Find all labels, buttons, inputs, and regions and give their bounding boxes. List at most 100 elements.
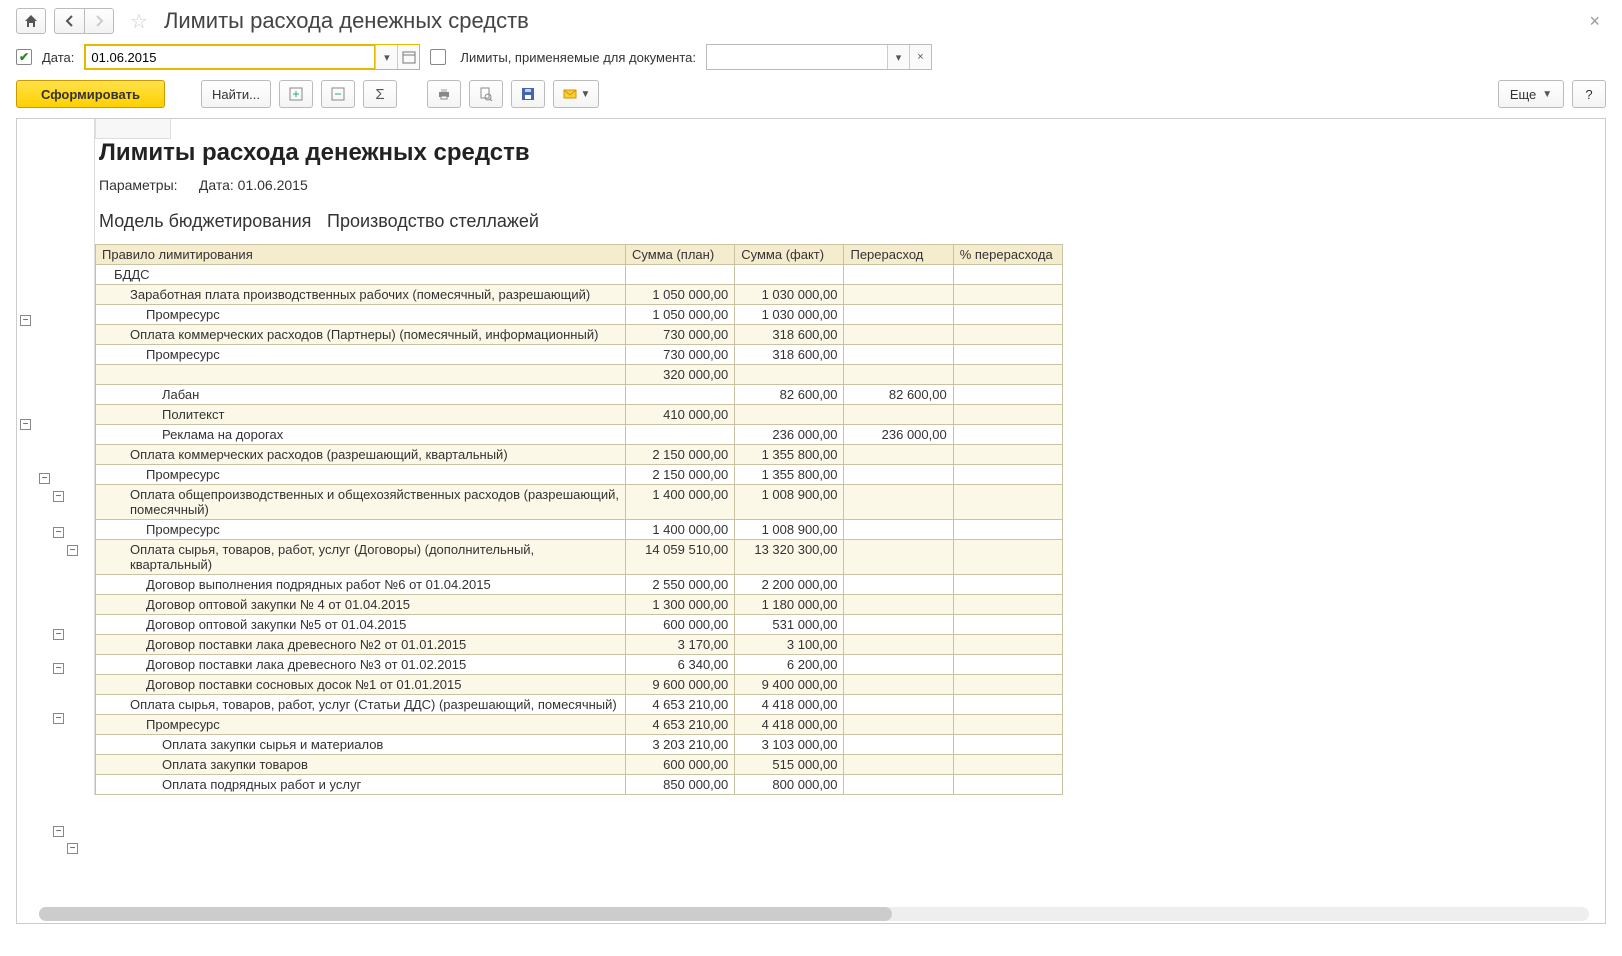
more-button[interactable]: Еще▼: [1498, 80, 1564, 108]
table-row[interactable]: Оплата подрядных работ и услуг850 000,00…: [96, 775, 1063, 795]
table-row[interactable]: Договор оптовой закупки № 4 от 01.04.201…: [96, 595, 1063, 615]
report-title: Лимиты расхода денежных средств: [95, 119, 1605, 173]
cell-plan: 14 059 510,00: [626, 540, 735, 575]
table-row[interactable]: Оплата общепроизводственных и общехозяйс…: [96, 485, 1063, 520]
cell-fact: 1 030 000,00: [735, 305, 844, 325]
table-row[interactable]: Промресурс730 000,00318 600,00: [96, 345, 1063, 365]
table-row[interactable]: БДДС: [96, 265, 1063, 285]
table-row[interactable]: Оплата сырья, товаров, работ, услуг (Ста…: [96, 695, 1063, 715]
collapse-icon-button[interactable]: [321, 80, 355, 108]
cell-pct: [953, 425, 1062, 445]
table-row[interactable]: Заработная плата производственных рабочи…: [96, 285, 1063, 305]
table-row[interactable]: Политекст410 000,00: [96, 405, 1063, 425]
calendar-icon: [401, 49, 417, 65]
tree-collapse-toggle[interactable]: −: [67, 545, 78, 556]
table-row[interactable]: Оплата коммерческих расходов (Партнеры) …: [96, 325, 1063, 345]
cell-over: [844, 365, 953, 385]
cell-plan: 1 050 000,00: [626, 285, 735, 305]
table-row[interactable]: Промресурс2 150 000,001 355 800,00: [96, 465, 1063, 485]
email-button[interactable]: ▼: [553, 80, 599, 108]
cell-over: [844, 325, 953, 345]
tree-collapse-toggle[interactable]: −: [53, 663, 64, 674]
cell-rule: Лабан: [96, 385, 626, 405]
tree-collapse-toggle[interactable]: −: [53, 629, 64, 640]
doc-dropdown-button[interactable]: ▾: [887, 45, 909, 69]
table-row[interactable]: Договор поставки лака древесного №3 от 0…: [96, 655, 1063, 675]
toolbar: Сформировать Найти... Σ ▼ Еще▼ ?: [0, 80, 1622, 118]
col-plan[interactable]: Сумма (план): [626, 245, 735, 265]
cell-plan: 2 150 000,00: [626, 465, 735, 485]
expand-icon-button[interactable]: [279, 80, 313, 108]
cell-pct: [953, 465, 1062, 485]
tree-collapse-toggle[interactable]: −: [53, 527, 64, 538]
table-row[interactable]: Договор поставки лака древесного №2 от 0…: [96, 635, 1063, 655]
forward-button[interactable]: [84, 8, 114, 34]
envelope-icon: [562, 86, 578, 102]
printer-icon: [436, 86, 452, 102]
tree-collapse-toggle[interactable]: −: [20, 315, 31, 326]
table-row[interactable]: Оплата закупки сырья и материалов3 203 2…: [96, 735, 1063, 755]
cell-plan: 3 203 210,00: [626, 735, 735, 755]
date-spinner-button[interactable]: ▾: [375, 45, 397, 69]
favorite-star-icon[interactable]: ☆: [130, 9, 148, 34]
tree-collapse-toggle[interactable]: −: [67, 843, 78, 854]
tree-collapse-toggle[interactable]: −: [53, 491, 64, 502]
date-calendar-button[interactable]: [397, 45, 419, 69]
help-button[interactable]: ?: [1572, 80, 1606, 108]
table-row[interactable]: Промресурс4 653 210,004 418 000,00: [96, 715, 1063, 735]
table-row[interactable]: Договор поставки сосновых досок №1 от 01…: [96, 675, 1063, 695]
cell-plan: 730 000,00: [626, 325, 735, 345]
close-button[interactable]: ×: [1583, 11, 1606, 32]
table-row[interactable]: 320 000,00: [96, 365, 1063, 385]
doc-clear-button[interactable]: ×: [909, 45, 931, 69]
collapse-icon: [330, 86, 346, 102]
cell-plan: 600 000,00: [626, 615, 735, 635]
cell-fact: [735, 405, 844, 425]
tree-collapse-toggle[interactable]: −: [53, 713, 64, 724]
table-row[interactable]: Договор оптовой закупки №5 от 01.04.2015…: [96, 615, 1063, 635]
date-enable-checkbox[interactable]: [16, 49, 32, 65]
doc-input[interactable]: [707, 45, 887, 69]
page-title: Лимиты расхода денежных средств: [164, 8, 529, 34]
save-button[interactable]: [511, 80, 545, 108]
table-row[interactable]: Договор выполнения подрядных работ №6 от…: [96, 575, 1063, 595]
preview-button[interactable]: [469, 80, 503, 108]
more-button-label: Еще: [1510, 87, 1536, 102]
table-row[interactable]: Оплата закупки товаров600 000,00515 000,…: [96, 755, 1063, 775]
tree-collapse-toggle[interactable]: −: [20, 419, 31, 430]
col-rule[interactable]: Правило лимитирования: [96, 245, 626, 265]
table-row[interactable]: Промресурс1 400 000,001 008 900,00: [96, 520, 1063, 540]
table-row[interactable]: Оплата коммерческих расходов (разрешающи…: [96, 445, 1063, 465]
cell-over: [844, 775, 953, 795]
table-row[interactable]: Реклама на дорогах236 000,00236 000,00: [96, 425, 1063, 445]
find-button[interactable]: Найти...: [201, 80, 271, 108]
cell-pct: [953, 345, 1062, 365]
cell-rule: Оплата общепроизводственных и общехозяйс…: [96, 485, 626, 520]
date-input[interactable]: [85, 45, 375, 69]
home-button[interactable]: [16, 8, 46, 34]
col-pct[interactable]: % перерасхода: [953, 245, 1062, 265]
sheet-tab-stub[interactable]: [95, 119, 171, 139]
cell-pct: [953, 520, 1062, 540]
table-row[interactable]: Промресурс1 050 000,001 030 000,00: [96, 305, 1063, 325]
print-button[interactable]: [427, 80, 461, 108]
cell-plan: [626, 425, 735, 445]
sum-icon-button[interactable]: Σ: [363, 80, 397, 108]
cell-fact: [735, 365, 844, 385]
col-fact[interactable]: Сумма (факт): [735, 245, 844, 265]
horizontal-scrollbar[interactable]: [39, 907, 1589, 921]
table-row[interactable]: Оплата сырья, товаров, работ, услуг (Дог…: [96, 540, 1063, 575]
cell-over: [844, 635, 953, 655]
tree-collapse-toggle[interactable]: −: [53, 826, 64, 837]
doc-enable-checkbox[interactable]: [430, 49, 446, 65]
back-button[interactable]: [54, 8, 84, 34]
col-over[interactable]: Перерасход: [844, 245, 953, 265]
scrollbar-thumb[interactable]: [39, 907, 892, 921]
cell-rule: Оплата сырья, товаров, работ, услуг (Ста…: [96, 695, 626, 715]
tree-collapse-toggle[interactable]: −: [39, 473, 50, 484]
generate-button[interactable]: Сформировать: [16, 80, 165, 108]
cell-pct: [953, 485, 1062, 520]
table-row[interactable]: Лабан82 600,0082 600,00: [96, 385, 1063, 405]
cell-plan: 1 400 000,00: [626, 520, 735, 540]
arrow-right-icon: [91, 13, 107, 29]
